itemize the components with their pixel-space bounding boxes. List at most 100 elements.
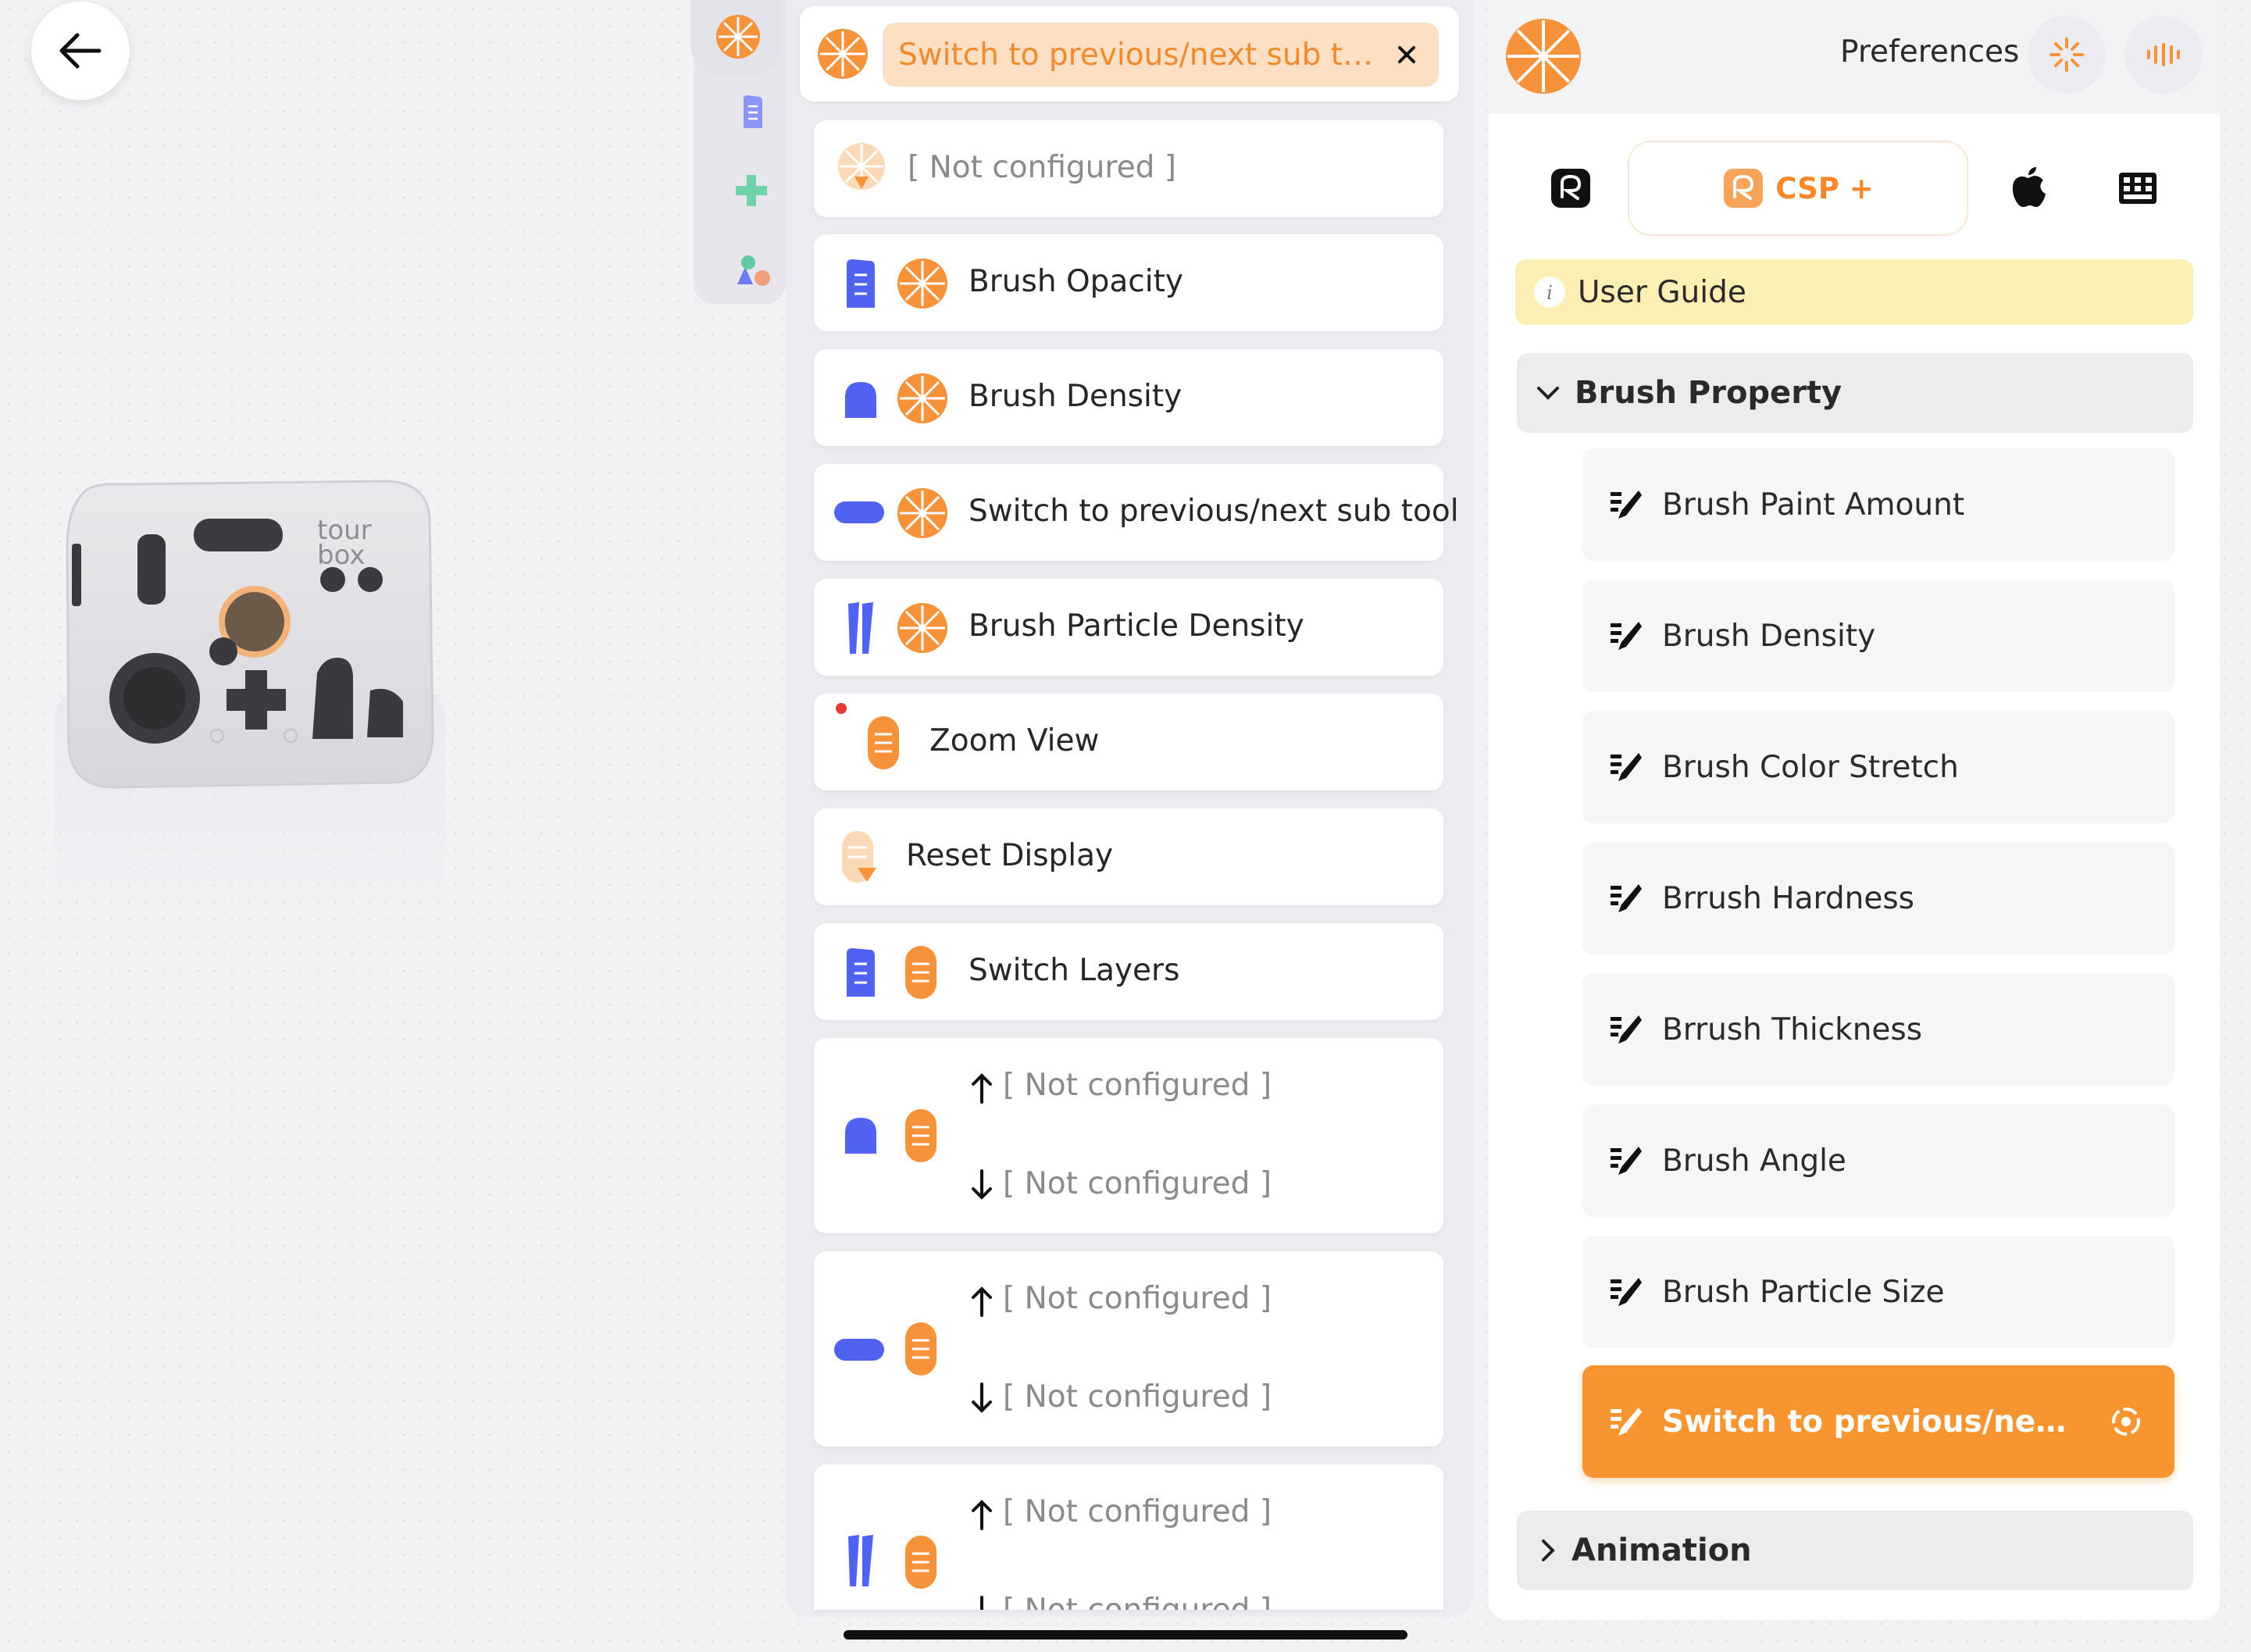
scroll-down-label[interactable]: [ Not configured ] bbox=[1003, 1166, 1272, 1201]
scroll-down-label[interactable]: [ Not configured ] bbox=[1003, 1593, 1272, 1610]
back-button[interactable] bbox=[31, 2, 130, 100]
dial-press-icon bbox=[838, 143, 885, 190]
brush-property-icon bbox=[1611, 1278, 1642, 1306]
dial-indicator-icon bbox=[1506, 19, 1581, 94]
brush-property-icon bbox=[1611, 753, 1642, 781]
function-item-switch-sub-tool-active[interactable]: Switch to previous/next s... bbox=[1582, 1365, 2174, 1478]
top-button-icon bbox=[845, 1118, 876, 1154]
tourbox-device-image: tour box bbox=[66, 480, 434, 789]
arrow-up-icon bbox=[972, 1073, 992, 1104]
mapping-label: Zoom View bbox=[929, 723, 1100, 758]
clip-studio-icon bbox=[1551, 169, 1590, 208]
scroll-up-label[interactable]: [ Not configured ] bbox=[1003, 1068, 1272, 1103]
group-header-brush-property[interactable]: Brush Property bbox=[1517, 353, 2193, 433]
function-item-label: Brrush Hardness bbox=[1662, 880, 1914, 916]
selected-action-text: Switch to previous/next sub tool g... bbox=[898, 37, 1390, 73]
arrow-down-icon bbox=[972, 1169, 992, 1200]
dial-settings-icon bbox=[2049, 37, 2084, 72]
svg-text:i: i bbox=[1546, 282, 1553, 304]
mapping-label: Brush Particle Density bbox=[969, 608, 1304, 644]
selected-action-chip[interactable]: Switch to previous/next sub tool g... bbox=[883, 23, 1439, 87]
scroll-mapping-card-side-strip[interactable]: [ Not configured ] [ Not configured ] bbox=[814, 1465, 1443, 1610]
scroll-wheel-icon bbox=[905, 1536, 936, 1589]
dial-icon bbox=[897, 603, 947, 653]
mapping-card-zoom-view[interactable]: Zoom View bbox=[814, 694, 1443, 790]
mapping-card-switch-sub-tool[interactable]: Switch to previous/next sub tool bbox=[814, 464, 1459, 561]
function-item-brush-paint-amount[interactable]: Brush Paint Amount bbox=[1582, 448, 2174, 561]
side-button-icon bbox=[847, 259, 875, 308]
mapping-card-brush-opacity[interactable]: Brush Opacity bbox=[814, 234, 1443, 331]
mapping-card-brush-particle-density[interactable]: Brush Particle Density bbox=[814, 579, 1443, 676]
brush-property-icon bbox=[1611, 491, 1642, 519]
tall-button-icon bbox=[834, 1339, 884, 1361]
mapping-label: [ Not configured ] bbox=[908, 150, 1176, 185]
mapping-card-dial-press[interactable]: [ Not configured ] bbox=[814, 120, 1443, 217]
brush-property-icon bbox=[1611, 622, 1642, 650]
dial-tab-icon[interactable] bbox=[712, 11, 764, 62]
csp-plus-icon bbox=[1724, 169, 1764, 208]
mapping-card-switch-layers[interactable]: Switch Layers bbox=[814, 923, 1443, 1020]
dial-settings-button[interactable] bbox=[2028, 16, 2106, 94]
haptic-settings-button[interactable] bbox=[2124, 16, 2203, 94]
function-item-label: Brrush Thickness bbox=[1662, 1012, 1923, 1047]
function-item-label: Switch to previous/next s... bbox=[1662, 1404, 2084, 1440]
scroll-up-label[interactable]: [ Not configured ] bbox=[1003, 1281, 1272, 1316]
mapping-card-brush-density[interactable]: Brush Density bbox=[814, 349, 1443, 446]
chevron-right-icon bbox=[1542, 1540, 1555, 1561]
mapping-card-reset-display[interactable]: Reset Display bbox=[814, 808, 1443, 905]
dpad-tab-icon[interactable] bbox=[733, 172, 770, 209]
function-item-label: Brush Density bbox=[1662, 618, 1876, 654]
user-guide-link[interactable]: i User Guide bbox=[1515, 259, 2193, 325]
function-item-label: Brush Angle bbox=[1662, 1143, 1846, 1179]
dial-icon bbox=[818, 29, 868, 79]
mapping-label: Brush Opacity bbox=[969, 264, 1183, 299]
scroll-wheel-icon bbox=[868, 716, 899, 769]
keyboard-grid-icon bbox=[2119, 173, 2156, 204]
brush-property-icon bbox=[1611, 1408, 1642, 1436]
app-tab-csp[interactable] bbox=[1546, 164, 1595, 212]
apple-icon bbox=[2012, 167, 2046, 208]
preferences-label[interactable]: Preferences bbox=[1840, 34, 2019, 70]
top-button-icon bbox=[845, 382, 876, 418]
brush-property-icon bbox=[1611, 884, 1642, 912]
info-icon: i bbox=[1534, 277, 1565, 308]
vibration-icon bbox=[2147, 43, 2180, 66]
arrow-down-icon bbox=[972, 1383, 992, 1413]
function-item-brush-thickness[interactable]: Brrush Thickness bbox=[1582, 973, 2174, 1086]
mapping-label: Brush Density bbox=[969, 379, 1183, 414]
shapes-tab-icon[interactable] bbox=[733, 253, 772, 289]
side-button-tab-icon[interactable] bbox=[740, 94, 764, 131]
scroll-wheel-icon bbox=[905, 1322, 936, 1375]
arrow-up-icon bbox=[972, 1286, 992, 1317]
home-indicator[interactable] bbox=[844, 1630, 1407, 1640]
scroll-mapping-card-top-button[interactable]: [ Not configured ] [ Not configured ] bbox=[814, 1038, 1443, 1233]
dial-assigned-icon bbox=[2112, 1408, 2140, 1436]
arrow-up-icon bbox=[972, 1500, 992, 1530]
arrow-down-icon bbox=[980, 1596, 983, 1610]
function-item-brush-color-stretch[interactable]: Brush Color Stretch bbox=[1582, 711, 2174, 823]
scroll-down-label[interactable]: [ Not configured ] bbox=[1003, 1379, 1272, 1415]
function-item-brush-particle-size[interactable]: Brush Particle Size bbox=[1582, 1236, 2174, 1348]
group-title: Brush Property bbox=[1575, 375, 1843, 411]
group-header-animation[interactable]: Animation bbox=[1517, 1511, 2193, 1590]
scroll-up-label[interactable]: [ Not configured ] bbox=[1003, 1494, 1272, 1529]
function-item-brush-hardness[interactable]: Brrush Hardness bbox=[1582, 842, 2174, 954]
app-tab-macos[interactable] bbox=[2003, 161, 2053, 214]
function-item-brush-angle[interactable]: Brush Angle bbox=[1582, 1104, 2174, 1217]
app-tab-label: CSP + bbox=[1775, 171, 1874, 205]
mapping-label: Switch Layers bbox=[969, 953, 1180, 988]
group-title: Animation bbox=[1571, 1532, 1752, 1568]
side-button-icon bbox=[847, 948, 875, 997]
app-tab-keyboard[interactable] bbox=[2114, 167, 2162, 209]
selected-dial-header[interactable]: Switch to previous/next sub tool g... bbox=[800, 6, 1459, 102]
dial-icon bbox=[897, 259, 947, 309]
function-item-label: Brush Color Stretch bbox=[1662, 749, 1959, 785]
mapping-label: Switch to previous/next sub tool bbox=[969, 494, 1459, 529]
close-icon[interactable] bbox=[1387, 35, 1426, 74]
scroll-mapping-card-tall-button[interactable]: [ Not configured ] [ Not configured ] bbox=[814, 1251, 1443, 1447]
app-tab-csp-plus[interactable]: CSP + bbox=[1628, 141, 1968, 236]
side-strip-icon bbox=[848, 1535, 873, 1586]
scroll-press-icon bbox=[842, 831, 876, 883]
function-item-brush-density[interactable]: Brush Density bbox=[1582, 580, 2174, 692]
dial-icon bbox=[897, 373, 947, 423]
